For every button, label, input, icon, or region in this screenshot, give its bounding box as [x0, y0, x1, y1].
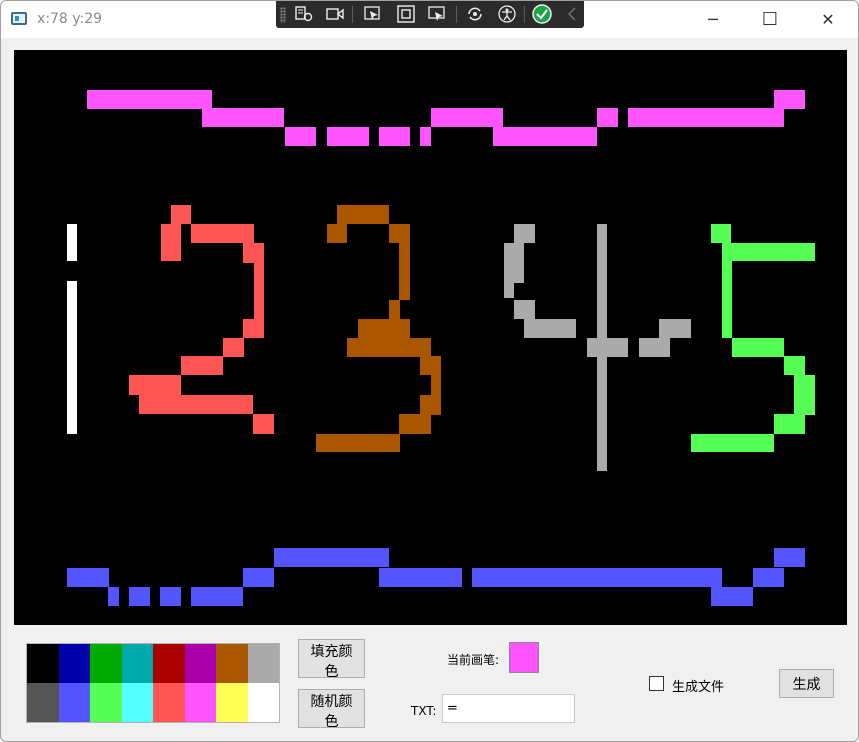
hot-reload-icon[interactable]	[465, 5, 485, 23]
title-bar[interactable]: x:78 y:29 ─ ☐ ✕	[1, 1, 858, 38]
top-magenta-strip	[87, 90, 805, 146]
generate-file-checkbox[interactable]	[649, 676, 664, 691]
palette-swatch[interactable]	[90, 683, 122, 722]
app-icon	[11, 12, 27, 25]
close-button[interactable]: ✕	[799, 1, 857, 38]
accessibility-icon[interactable]	[497, 5, 517, 23]
window-title: x:78 y:29	[37, 11, 103, 27]
palette-swatch[interactable]	[247, 683, 279, 722]
palette-swatch[interactable]	[184, 683, 216, 722]
palette-swatch[interactable]	[153, 683, 185, 722]
digit-three	[316, 205, 441, 452]
palette-swatch[interactable]	[247, 644, 279, 683]
display-layout-adorners-icon[interactable]	[396, 5, 416, 23]
generate-button[interactable]: 生成	[779, 669, 834, 698]
toolbar-separator	[524, 6, 525, 23]
palette-swatch[interactable]	[90, 644, 122, 683]
drawing-canvas[interactable]	[14, 50, 847, 625]
palette-swatch[interactable]	[121, 683, 153, 722]
palette-swatch[interactable]	[184, 644, 216, 683]
palette-swatch[interactable]	[153, 644, 185, 683]
collapse-chevron-icon[interactable]	[563, 5, 583, 23]
digit-two	[129, 205, 274, 434]
txt-label: TXT:	[411, 704, 437, 718]
color-palette	[26, 643, 280, 723]
pixel-art	[67, 90, 815, 606]
main-window: x:78 y:29 ─ ☐ ✕ 填充颜色 随机颜色 当前画笔: TXT: = 生…	[0, 0, 859, 742]
palette-swatch[interactable]	[27, 683, 59, 722]
palette-swatch[interactable]	[27, 644, 59, 683]
palette-swatch[interactable]	[58, 683, 90, 722]
palette-swatch[interactable]	[58, 644, 90, 683]
generate-file-label[interactable]: 生成文件	[672, 676, 724, 695]
toolbar-separator	[352, 6, 353, 23]
select-element-icon[interactable]	[363, 5, 383, 23]
digit-one	[67, 224, 77, 434]
track-focus-icon[interactable]	[427, 5, 447, 23]
txt-input[interactable]	[442, 694, 575, 723]
minimize-button[interactable]: ─	[684, 1, 742, 38]
palette-swatch[interactable]	[121, 644, 153, 683]
digit-four	[504, 224, 691, 471]
palette-swatch[interactable]	[216, 683, 248, 722]
binding-failures-ok-icon[interactable]	[532, 4, 552, 24]
maximize-button[interactable]: ☐	[741, 1, 799, 38]
toolbar-grip-icon[interactable]	[280, 7, 286, 23]
random-color-button[interactable]: 随机颜色	[298, 689, 365, 730]
digit-five	[691, 224, 815, 452]
bottom-blue-strip	[67, 548, 805, 606]
toolbar-separator	[456, 6, 457, 23]
current-pen-label: 当前画笔:	[447, 653, 500, 667]
xaml-debug-toolbar	[276, 1, 584, 28]
record-icon[interactable]	[325, 5, 345, 23]
palette-swatch[interactable]	[216, 644, 248, 683]
fill-color-button[interactable]: 填充颜色	[298, 639, 365, 680]
current-pen-swatch	[509, 642, 539, 673]
live-visual-tree-icon[interactable]	[294, 5, 314, 23]
